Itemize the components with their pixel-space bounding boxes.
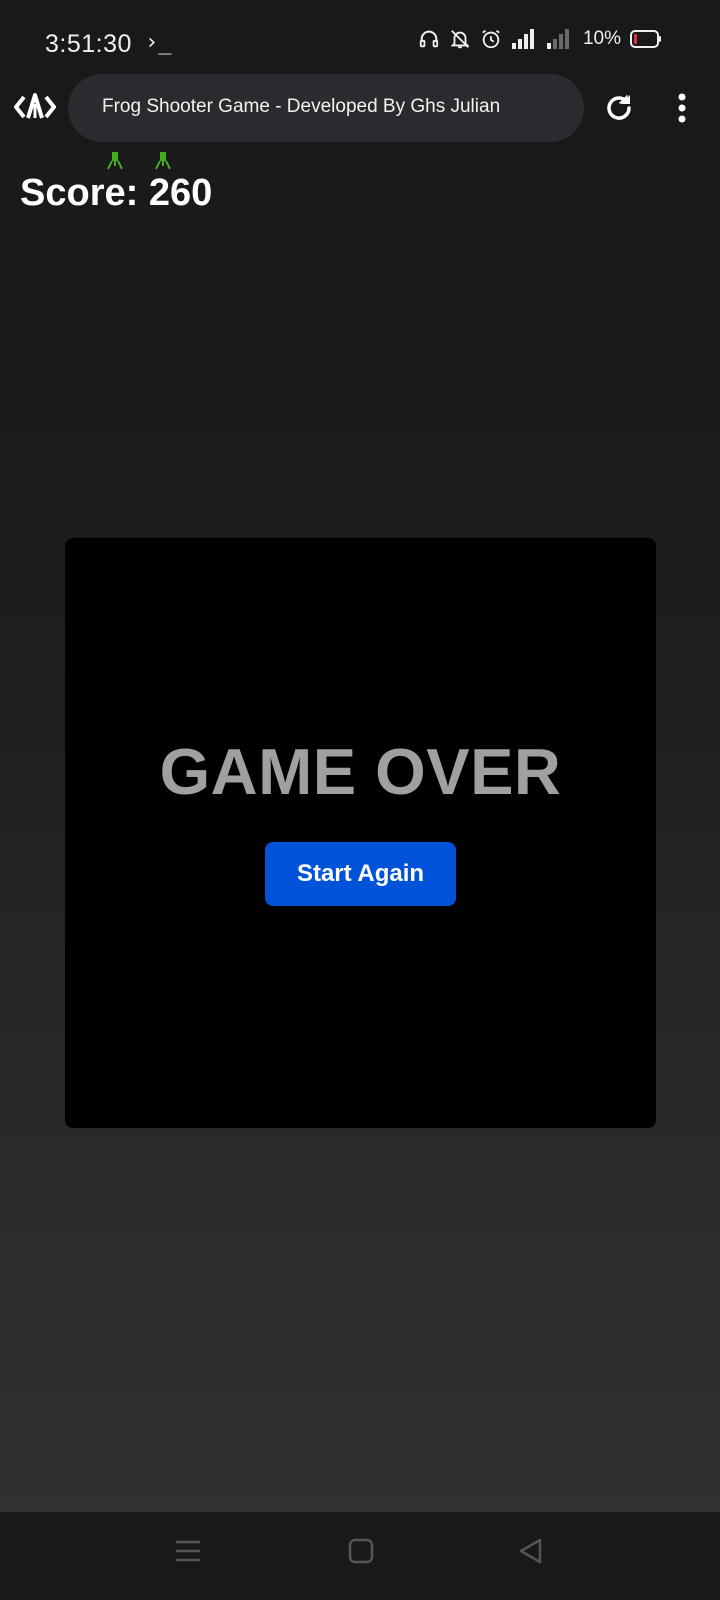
headphones-icon	[419, 30, 439, 48]
game-page: Score: 260 GAME OVER Start Again	[0, 152, 720, 1512]
status-time: 3:51:30	[45, 30, 132, 58]
recent-apps-icon[interactable]	[175, 1538, 201, 1564]
home-icon[interactable]	[348, 1538, 374, 1564]
terminal-icon: ›_	[145, 30, 172, 55]
bell-off-icon	[450, 30, 470, 49]
back-icon[interactable]	[518, 1538, 544, 1564]
browser-logo-icon[interactable]	[14, 90, 56, 124]
address-bar[interactable]: Frog Shooter Game - Developed By Ghs Jul…	[68, 74, 584, 142]
more-vertical-icon[interactable]	[676, 92, 688, 124]
page-title: Frog Shooter Game - Developed By Ghs Jul…	[102, 96, 501, 117]
reload-icon[interactable]	[603, 92, 635, 124]
battery-low-icon	[630, 30, 661, 48]
status-icons: 10%	[418, 28, 662, 50]
start-again-button[interactable]: Start Again	[265, 842, 456, 906]
alarm-icon	[482, 29, 500, 49]
frog-sprite-icon	[155, 152, 171, 170]
game-over-dialog: GAME OVER Start Again	[65, 538, 656, 1128]
game-over-title: GAME OVER	[159, 735, 562, 808]
frog-sprite-icon	[107, 152, 123, 170]
browser-toolbar: Frog Shooter Game - Developed By Ghs Jul…	[0, 70, 720, 152]
signal-weak-icon	[546, 29, 569, 49]
battery-percent: 10%	[582, 28, 621, 49]
score-label: Score: 260	[20, 172, 213, 214]
signal-icon	[511, 29, 534, 49]
system-nav-bar	[0, 1512, 720, 1600]
